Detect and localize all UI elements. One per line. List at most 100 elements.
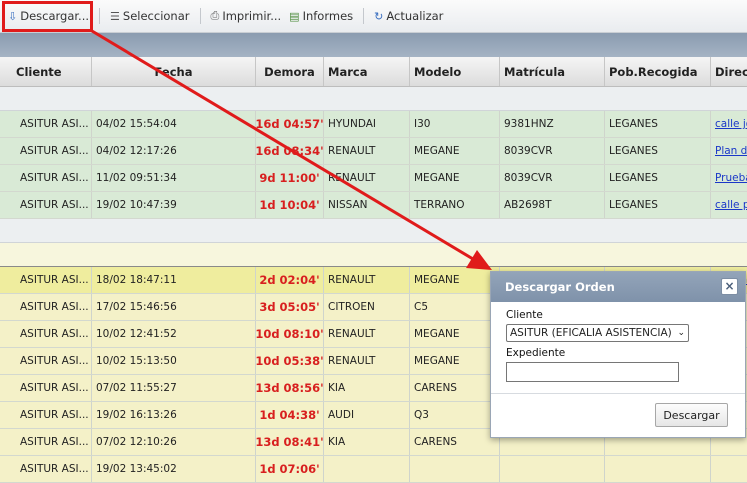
cell-matricula: AB2698T — [500, 192, 605, 218]
cell-cliente: ASITUR ASI... — [6, 375, 92, 401]
cell-pob-recogida: LEGANES — [605, 138, 711, 164]
col-marca[interactable]: Marca — [324, 57, 410, 86]
cell-fecha: 07/02 11:55:27 — [92, 375, 256, 401]
cell-matricula: 8039CVR — [500, 165, 605, 191]
cell-modelo: TERRANO — [410, 192, 500, 218]
table-row[interactable]: ASITUR ASI... 11/02 09:51:34 9d 11:00' RENA… — [0, 165, 747, 192]
col-direccion[interactable]: Direcc — [711, 57, 747, 86]
list-icon: ☰ — [110, 9, 120, 23]
cell-modelo: I30 — [410, 111, 500, 137]
cell-cliente: ASITUR ASI... — [6, 294, 92, 320]
dialog-footer: Descargar — [491, 393, 745, 438]
informes-button[interactable]: ▤ Informes — [285, 5, 357, 27]
refresh-icon: ↻ — [374, 9, 384, 23]
cell-fecha: 04/02 12:17:26 — [92, 138, 256, 164]
expediente-input[interactable] — [506, 362, 679, 382]
col-matricula[interactable]: Matrícula — [500, 57, 605, 86]
grid-title-band — [0, 33, 747, 57]
col-cliente[interactable]: Cliente — [6, 57, 92, 86]
descargar-orden-dialog: Descargar Orden × Cliente ASITUR (EFICAL… — [490, 271, 746, 438]
toolbar-separator — [199, 8, 201, 24]
col-modelo[interactable]: Modelo — [410, 57, 500, 86]
cell-direccion[interactable] — [711, 456, 747, 482]
table-row[interactable]: ASITUR ASI... 19/02 13:45:02 1d 07:06' — [0, 456, 747, 483]
descargar-submit-button[interactable]: Descargar — [655, 403, 728, 427]
report-icon: ▤ — [289, 9, 300, 23]
imprimir-label: Imprimir... — [222, 9, 282, 23]
cell-modelo — [410, 456, 500, 482]
cell-fecha: 19/02 13:45:02 — [92, 456, 256, 482]
cell-marca: KIA — [324, 375, 410, 401]
col-fecha[interactable]: Fecha — [92, 57, 256, 86]
cell-modelo: Q3 — [410, 402, 500, 428]
cell-marca: RENAULT — [324, 138, 410, 164]
cell-demora: 13d 08:56' — [256, 375, 324, 401]
group-spacer — [0, 219, 747, 243]
cell-modelo: CARENS — [410, 375, 500, 401]
cell-fecha: 10/02 15:13:50 — [92, 348, 256, 374]
table-row[interactable]: ASITUR ASI... 04/02 15:54:04 16d 04:57' HYU… — [0, 111, 747, 138]
cell-cliente: ASITUR ASI... — [6, 456, 92, 482]
cell-demora: 13d 08:41' — [256, 429, 324, 455]
cliente-select-value: ASITUR (EFICALIA ASISTENCIA) — [510, 327, 672, 339]
seleccionar-label: Seleccionar — [122, 9, 190, 23]
cell-demora: 9d 11:00' — [256, 165, 324, 191]
cell-demora: 10d 05:38' — [256, 348, 324, 374]
cell-demora: 2d 02:04' — [256, 267, 324, 293]
expediente-label: Expediente — [506, 347, 566, 359]
imprimir-button[interactable]: ⎙ Imprimir... — [207, 5, 286, 27]
cell-cliente: ASITUR ASI... — [6, 429, 92, 455]
cell-demora: 16d 08:34' — [256, 138, 324, 164]
cell-demora: 1d 04:38' — [256, 402, 324, 428]
cliente-select[interactable]: ASITUR (EFICALIA ASISTENCIA) ⌄ — [506, 324, 689, 342]
table-row[interactable]: ASITUR ASI... 04/02 12:17:26 16d 08:34' REN… — [0, 138, 747, 165]
cell-fecha: 04/02 15:54:04 — [92, 111, 256, 137]
cell-pob-recogida: LEGANES — [605, 192, 711, 218]
cell-demora: 1d 07:06' — [256, 456, 324, 482]
toolbar: ⇩ Descargar... ☰ Seleccionar ⎙ Imprimir.… — [0, 0, 747, 33]
cell-demora: 3d 05:05' — [256, 294, 324, 320]
cell-cliente: ASITUR ASI... — [6, 267, 92, 293]
printer-icon: ⎙ — [210, 9, 220, 22]
cell-modelo: MEGANE — [410, 138, 500, 164]
dialog-title-bar: Descargar Orden × — [491, 272, 745, 302]
cell-pob-recogida: LEGANES — [605, 111, 711, 137]
col-pob-recogida[interactable]: Pob.Recogida — [605, 57, 711, 86]
cell-fecha: 19/02 10:47:39 — [92, 192, 256, 218]
cell-modelo: MEGANE — [410, 165, 500, 191]
cell-cliente: ASITUR ASI... — [6, 348, 92, 374]
cell-direccion[interactable]: calle pa — [711, 192, 747, 218]
cell-marca: CITROEN — [324, 294, 410, 320]
cell-marca: NISSAN — [324, 192, 410, 218]
cell-marca: RENAULT — [324, 321, 410, 347]
cell-marca: KIA — [324, 429, 410, 455]
cell-cliente: ASITUR ASI... — [6, 111, 92, 137]
cell-fecha: 18/02 18:47:11 — [92, 267, 256, 293]
table-row[interactable]: ASITUR ASI... 19/02 10:47:39 1d 10:04' NISS… — [0, 192, 747, 219]
col-demora[interactable]: Demora — [256, 57, 324, 86]
cell-direccion[interactable]: Plan de — [711, 138, 747, 164]
seleccionar-button[interactable]: ☰ Seleccionar — [106, 5, 193, 27]
cell-pob-recogida — [605, 456, 711, 482]
cell-fecha: 19/02 16:13:26 — [92, 402, 256, 428]
cell-matricula: 9381HNZ — [500, 111, 605, 137]
cell-cliente: ASITUR ASI... — [6, 321, 92, 347]
cliente-label: Cliente — [506, 309, 543, 321]
cell-direccion[interactable]: Prueba — [711, 165, 747, 191]
actualizar-button[interactable]: ↻ Actualizar — [370, 5, 447, 27]
close-icon[interactable]: × — [721, 278, 738, 295]
cell-fecha: 07/02 12:10:26 — [92, 429, 256, 455]
toolbar-separator — [99, 8, 101, 24]
group-spacer — [0, 243, 747, 267]
cell-marca: RENAULT — [324, 348, 410, 374]
cell-cliente: ASITUR ASI... — [6, 402, 92, 428]
cell-cliente: ASITUR ASI... — [6, 192, 92, 218]
descargar-button[interactable]: ⇩ Descargar... — [4, 5, 93, 27]
cell-marca: AUDI — [324, 402, 410, 428]
cell-cliente: ASITUR ASI... — [6, 138, 92, 164]
descargar-label: Descargar... — [20, 9, 90, 23]
cell-modelo: CARENS — [410, 429, 500, 455]
table-header: Cliente Fecha Demora Marca Modelo Matríc… — [0, 57, 747, 87]
cell-direccion[interactable]: calle jov — [711, 111, 747, 137]
cell-modelo: C5 — [410, 294, 500, 320]
